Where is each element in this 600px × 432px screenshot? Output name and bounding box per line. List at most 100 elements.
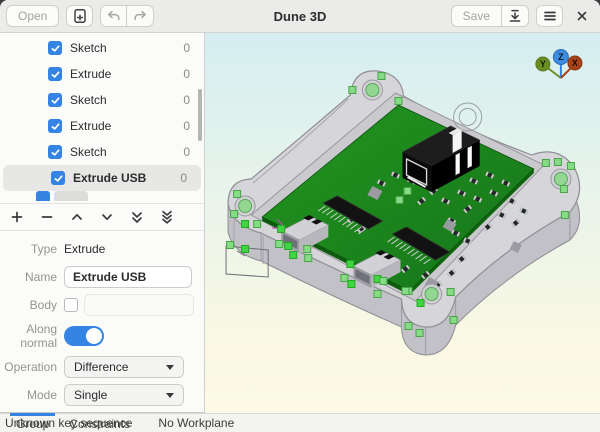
selection-handle[interactable] (231, 211, 238, 218)
group-row[interactable]: Sketch 0 (0, 87, 204, 113)
screw-hole[interactable] (422, 284, 442, 304)
selection-handle[interactable] (341, 275, 348, 282)
selection-handle[interactable] (348, 281, 355, 288)
add-group-button[interactable] (3, 205, 30, 229)
group-row-label: Sketch (70, 93, 107, 107)
selection-handle[interactable] (285, 243, 292, 250)
workplane-status: No Workplane (158, 416, 234, 430)
selection-handle[interactable] (254, 221, 261, 228)
group-row-selected[interactable]: Extrude USB 0 (3, 165, 201, 191)
selection-handle[interactable] (450, 317, 457, 324)
move-group-to-bottom-button[interactable] (153, 205, 180, 229)
dropdown-caret-icon (166, 365, 174, 370)
selection-handle[interactable] (234, 191, 241, 198)
group-row[interactable]: Sketch 0 (0, 35, 204, 61)
group-row-partial-box (54, 191, 88, 201)
svg-text:Y: Y (540, 59, 546, 69)
selection-handle[interactable] (542, 160, 549, 167)
selection-handle[interactable] (395, 98, 402, 105)
selection-handle[interactable] (227, 242, 234, 249)
viewport-3d[interactable]: Y X Z (205, 33, 600, 413)
selection-handle[interactable] (380, 278, 387, 285)
group-properties: Type Extrude Name Body Along normal (0, 231, 204, 412)
new-document-icon (72, 8, 88, 24)
checkbox-checked-icon[interactable] (48, 41, 62, 55)
app-window: Open (0, 0, 600, 432)
checkbox-checked-icon[interactable] (48, 67, 62, 81)
selection-handle[interactable] (560, 186, 567, 193)
plus-icon (9, 209, 25, 225)
axis-z-ball[interactable]: Z (553, 50, 568, 65)
group-row-count: 0 (183, 93, 190, 107)
left-panel: Sketch 0 Extrude 0 Sketch 0 Extrude 0 (0, 33, 205, 413)
mode-dropdown[interactable]: Single (64, 384, 184, 406)
group-row[interactable]: Extrude 0 (0, 61, 204, 87)
open-button[interactable]: Open (6, 5, 59, 27)
menu-button[interactable] (536, 5, 563, 27)
selection-handle[interactable] (374, 291, 381, 298)
axis-y-ball[interactable]: Y (536, 57, 550, 71)
type-value: Extrude (64, 242, 105, 256)
dropdown-caret-icon (166, 393, 174, 398)
selection-handle[interactable] (567, 163, 574, 170)
tab-group[interactable]: Group (6, 413, 59, 432)
new-document-button[interactable] (66, 5, 93, 27)
selection-handle[interactable] (447, 289, 454, 296)
close-button[interactable] (570, 4, 594, 28)
selection-handle[interactable] (276, 241, 283, 248)
scene-canvas[interactable]: Y X Z (205, 33, 600, 413)
selection-handle[interactable] (242, 221, 249, 228)
selection-handle[interactable] (378, 73, 385, 80)
selection-handle[interactable] (347, 261, 354, 268)
selection-handle[interactable] (304, 246, 311, 253)
chevron-down-icon (99, 209, 115, 225)
group-list: Sketch 0 Extrude 0 Sketch 0 Extrude 0 (0, 33, 204, 203)
redo-button[interactable] (127, 5, 154, 27)
move-group-to-end-button[interactable] (123, 205, 150, 229)
tab-constraints[interactable]: Constraints (59, 413, 140, 432)
selection-handle[interactable] (405, 323, 412, 330)
selection-handle[interactable] (402, 288, 409, 295)
selection-handle[interactable] (417, 300, 424, 307)
checkbox-checked-icon[interactable] (48, 93, 62, 107)
selection-handle[interactable] (554, 159, 561, 166)
name-input[interactable] (64, 266, 192, 288)
body-checkbox[interactable] (64, 298, 78, 312)
checkbox-checked-icon[interactable] (48, 145, 62, 159)
checkbox-checked-icon[interactable] (48, 119, 62, 133)
remove-group-button[interactable] (33, 205, 60, 229)
group-row-count: 0 (183, 145, 190, 159)
save-button[interactable]: Save (451, 5, 502, 27)
selection-handle[interactable] (396, 197, 403, 204)
group-row[interactable]: Sketch 0 (0, 139, 204, 165)
redo-icon (132, 8, 148, 24)
along-normal-label: Along normal (0, 322, 57, 350)
list-scrollbar[interactable] (198, 89, 202, 141)
selection-handle[interactable] (349, 87, 356, 94)
selection-handle[interactable] (404, 188, 411, 195)
headerbar: Open (0, 0, 600, 33)
save-as-icon (507, 8, 523, 24)
group-row-label: Extrude (70, 119, 111, 133)
undo-button[interactable] (100, 5, 127, 27)
selection-handle[interactable] (561, 212, 568, 219)
mode-value: Single (74, 388, 107, 402)
toggle-knob (86, 328, 102, 344)
selection-handle[interactable] (290, 252, 297, 259)
along-normal-toggle[interactable] (64, 326, 104, 346)
operation-dropdown[interactable]: Difference (64, 356, 184, 378)
export-button[interactable] (502, 5, 529, 27)
group-row-partial[interactable] (0, 191, 204, 201)
body-label: Body (0, 298, 57, 312)
checkbox-checked-icon[interactable] (51, 171, 65, 185)
move-group-down-button[interactable] (93, 205, 120, 229)
axis-x-ball[interactable]: X (568, 56, 582, 70)
screw-hole[interactable] (362, 80, 382, 100)
selection-handle[interactable] (278, 226, 285, 233)
selection-handle[interactable] (305, 255, 312, 262)
selection-handle[interactable] (416, 330, 423, 337)
selection-handle[interactable] (242, 246, 249, 253)
group-row[interactable]: Extrude 0 (0, 113, 204, 139)
group-row-label: Sketch (70, 41, 107, 55)
move-group-up-button[interactable] (63, 205, 90, 229)
